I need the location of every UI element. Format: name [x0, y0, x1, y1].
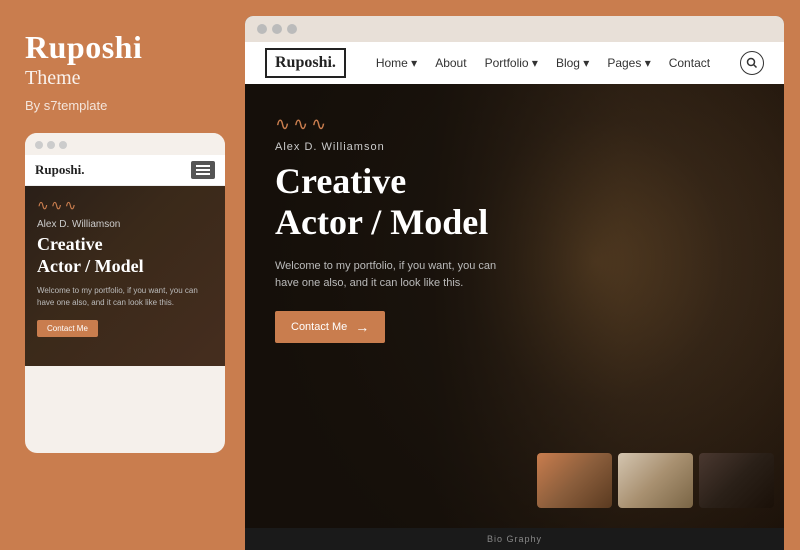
nav-link-contact[interactable]: Contact	[669, 56, 710, 70]
mobile-dot-1	[35, 141, 43, 149]
desktop-mockup: Ruposhi. Home ▾ About Portfolio ▾ Blog ▾…	[245, 16, 784, 550]
mobile-dot-2	[47, 141, 55, 149]
nav-link-about[interactable]: About	[435, 56, 466, 70]
hero-person-name: Alex D. Williamson	[275, 141, 511, 153]
thumbnail-2[interactable]	[618, 453, 693, 508]
hero-thumbnails	[537, 453, 774, 508]
desktop-navbar: Ruposhi. Home ▾ About Portfolio ▾ Blog ▾…	[245, 42, 784, 84]
mobile-hero-heading: Creative Actor / Model	[37, 234, 213, 277]
mobile-person-name: Alex D. Williamson	[37, 219, 213, 230]
arrow-icon: →	[355, 319, 369, 335]
hero-wavy-icon: ∿∿∿	[275, 114, 511, 135]
desktop-dot-2	[272, 24, 282, 34]
mobile-logo: Ruposhi.	[35, 162, 85, 178]
mobile-mockup: Ruposhi. ∿∿∿ Alex D. Williamson Creative…	[25, 133, 225, 453]
nav-link-portfolio[interactable]: Portfolio ▾	[485, 56, 538, 70]
mobile-contact-button[interactable]: Contact Me	[37, 320, 98, 337]
brand-subtitle: Theme	[25, 67, 225, 90]
brand-title: Ruposhi	[25, 30, 225, 65]
mobile-hero-paragraph: Welcome to my portfolio, if you want, yo…	[37, 285, 213, 307]
nav-link-pages[interactable]: Pages ▾	[607, 56, 650, 70]
hero-content: ∿∿∿ Alex D. Williamson Creative Actor / …	[245, 84, 541, 373]
hero-contact-button[interactable]: Contact Me →	[275, 311, 385, 343]
left-panel: Ruposhi Theme By s7template Ruposhi. ∿∿∿…	[0, 0, 245, 550]
desktop-logo: Ruposhi.	[265, 48, 346, 78]
mobile-hamburger-icon[interactable]	[191, 161, 215, 179]
mobile-wavy-icon: ∿∿∿	[37, 198, 213, 215]
desktop-dot-1	[257, 24, 267, 34]
mobile-dots-bar	[25, 133, 225, 155]
thumbnail-3[interactable]	[699, 453, 774, 508]
desktop-footer-bar: Bio Graphy	[245, 528, 784, 550]
mobile-navbar: Ruposhi.	[25, 155, 225, 186]
desktop-dots-bar	[245, 16, 784, 42]
thumbnail-1[interactable]	[537, 453, 612, 508]
desktop-nav-links: Home ▾ About Portfolio ▾ Blog ▾ Pages ▾ …	[376, 56, 710, 70]
brand-author: By s7template	[25, 98, 225, 113]
nav-link-home[interactable]: Home ▾	[376, 56, 417, 70]
mobile-hero: ∿∿∿ Alex D. Williamson Creative Actor / …	[25, 186, 225, 366]
mobile-dot-3	[59, 141, 67, 149]
hero-paragraph: Welcome to my portfolio, if you want, yo…	[275, 258, 511, 293]
search-icon[interactable]	[740, 51, 764, 75]
desktop-dot-3	[287, 24, 297, 34]
footer-text: Bio Graphy	[487, 534, 542, 544]
hero-heading: Creative Actor / Model	[275, 161, 511, 244]
desktop-hero: ∿∿∿ Alex D. Williamson Creative Actor / …	[245, 84, 784, 528]
nav-link-blog[interactable]: Blog ▾	[556, 56, 589, 70]
